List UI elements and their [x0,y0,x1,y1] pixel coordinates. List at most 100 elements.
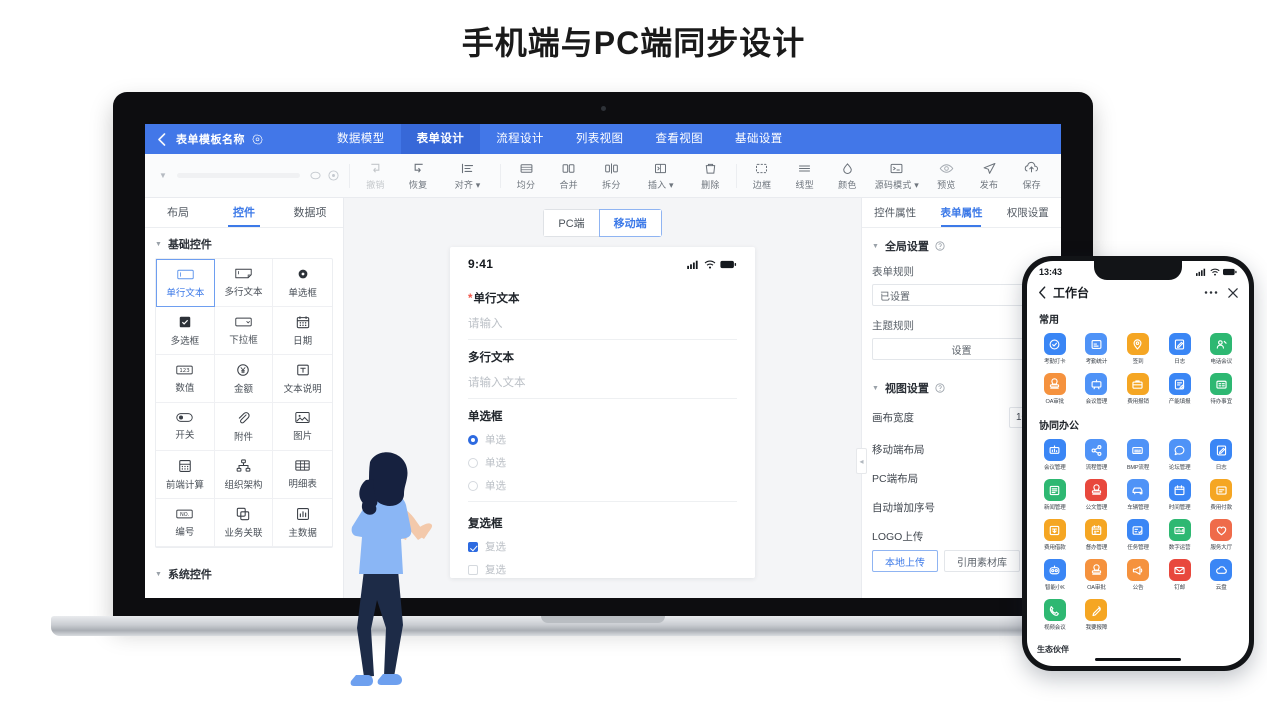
delete-button[interactable]: 删除 [689,156,732,196]
upload-local-button[interactable]: 本地上传 [872,550,938,572]
group-system-widgets[interactable]: ▼ 系统控件 [145,558,343,584]
app-cell[interactable]: 钉邮 [1159,556,1201,596]
radio-option[interactable]: 单选 [468,455,737,470]
chevron-left-icon[interactable] [157,132,166,146]
widget-multi-line-text[interactable]: 多行文本 [214,259,274,307]
more-dots-icon[interactable] [1204,290,1218,295]
tab-flow-design[interactable]: 流程设计 [480,124,560,154]
widget-master-data[interactable]: 主数据 [273,499,332,547]
app-cell[interactable]: 费用借款 [1034,516,1076,556]
app-cell[interactable]: 考勤统计 [1076,330,1118,370]
widget-frontend-calc[interactable]: 前端计算 [156,451,215,499]
field-checkbox-group[interactable]: 复选框 复选 复选 复选 [468,506,737,578]
app-cell[interactable]: BMP流程 [1117,436,1159,476]
source-mode-button[interactable]: 源码模式 ▾ [869,156,925,196]
app-cell[interactable]: 考勤打卡 [1034,330,1076,370]
tab-detail-view[interactable]: 查看视图 [639,124,719,154]
app-cell[interactable]: OA审批 [1034,370,1076,410]
app-cell[interactable]: 会议管理 [1034,436,1076,476]
checkbox-option[interactable]: 复选 [468,539,737,554]
app-cell[interactable]: 日志 [1200,436,1242,476]
app-cell[interactable]: 我要报障 [1076,596,1118,636]
widget-switch[interactable]: 开关 [156,403,215,451]
widget-org-chart[interactable]: 组织架构 [214,451,274,499]
app-cell[interactable]: 日志 [1159,330,1201,370]
checkbox-option[interactable]: 复选 [468,562,737,577]
redo-button[interactable]: 恢复 [397,156,440,196]
app-cell[interactable]: 公文管理 [1076,476,1118,516]
field-radio-group[interactable]: 单选框 单选 单选 单选 [468,399,737,502]
distribute-button[interactable]: 均分 [505,156,548,196]
chevron-down-icon[interactable]: ▼ [159,171,167,180]
align-button[interactable]: 对齐 ▾ [439,156,495,196]
widget-serial-number[interactable]: NO. 编号 [156,499,215,547]
app-cell[interactable]: 产能填报 [1159,370,1201,410]
app-cell[interactable]: 督办管理 [1076,516,1118,556]
app-cell[interactable]: 时间管理 [1159,476,1201,516]
widget-attachment[interactable]: 附件 [214,403,274,451]
undo-button[interactable]: 撤销 [354,156,397,196]
section-global-settings[interactable]: ▼ 全局设置 [862,228,1061,258]
widget-detail-table[interactable]: 明细表 [273,451,332,499]
tab-basic-settings[interactable]: 基础设置 [719,124,799,154]
radio-option[interactable]: 单选 [468,478,737,493]
app-cell[interactable]: 流程管理 [1076,436,1118,476]
widget-date[interactable]: 日期 [273,307,332,355]
app-cell[interactable]: 云盘 [1200,556,1242,596]
style-field-placeholder[interactable] [176,173,301,178]
widget-currency[interactable]: 金额 [214,355,274,403]
widget-text-note[interactable]: 文本说明 [273,355,332,403]
panel-collapse-handle[interactable]: ◂ [856,448,867,474]
tab-list-view[interactable]: 列表视图 [560,124,640,154]
widget-business-link[interactable]: 业务关联 [214,499,274,547]
gear-icon[interactable] [252,134,263,145]
widget-dropdown[interactable]: 下拉框 [214,307,274,355]
tab-data-model[interactable]: 数据模型 [321,124,401,154]
widget-radio[interactable]: 单选框 [273,259,332,307]
app-cell[interactable]: 费用报销 [1117,370,1159,410]
app-cell[interactable]: OA审批 [1076,556,1118,596]
color-button[interactable]: 颜色 [826,156,869,196]
tab-data-items[interactable]: 数据项 [277,198,343,227]
tab-form-design[interactable]: 表单设计 [400,124,481,154]
segment-pc[interactable]: PC端 [543,209,599,237]
save-button[interactable]: 保存 [1010,156,1053,196]
app-cell[interactable]: 新闻管理 [1034,476,1076,516]
merge-button[interactable]: 合并 [547,156,590,196]
app-cell[interactable]: 车辆管理 [1117,476,1159,516]
app-cell[interactable]: 会议管理 [1076,370,1118,410]
widget-number[interactable]: 123 数值 [156,355,215,403]
tab-form-properties[interactable]: 表单属性 [928,198,994,227]
radio-option[interactable]: 单选 [468,432,737,447]
segment-mobile[interactable]: 移动端 [598,209,662,237]
publish-button[interactable]: 发布 [968,156,1011,196]
toolbar-circle-icons[interactable] [310,170,339,181]
insert-button[interactable]: 插入 ▾ [633,156,689,196]
linetype-button[interactable]: 线型 [783,156,826,196]
preview-button[interactable]: 预览 [925,156,968,196]
app-cell[interactable]: 服务大厅 [1200,516,1242,556]
app-cell[interactable]: 论坛管理 [1159,436,1201,476]
split-button[interactable]: 拆分 [590,156,633,196]
app-cell[interactable]: 签到 [1117,330,1159,370]
app-cell[interactable]: 费用付款 [1200,476,1242,516]
chevron-left-icon[interactable] [1038,286,1046,299]
field-multi-line-text[interactable]: 多行文本 请输入文本 [468,340,737,399]
widget-image[interactable]: 图片 [273,403,332,451]
app-cell[interactable]: 数字运营 [1159,516,1201,556]
group-basic-widgets[interactable]: ▼ 基础控件 [145,228,343,254]
widget-checkbox[interactable]: 多选框 [156,307,215,355]
tab-widget-properties[interactable]: 控件属性 [862,198,928,227]
widget-single-line-text[interactable]: 单行文本 [156,259,215,307]
app-cell[interactable]: 公告 [1117,556,1159,596]
close-icon[interactable] [1228,287,1238,298]
tab-permission-settings[interactable]: 权限设置 [995,198,1061,227]
app-cell[interactable]: 电话会议 [1200,330,1242,370]
help-icon[interactable] [935,383,945,393]
tab-widgets[interactable]: 控件 [211,198,277,227]
border-button[interactable]: 边框 [741,156,784,196]
help-icon[interactable] [935,241,945,251]
upload-material-button[interactable]: 引用素材库 [944,550,1020,572]
app-cell[interactable]: 视频会议 [1034,596,1076,636]
app-cell[interactable]: 智能小K [1034,556,1076,596]
